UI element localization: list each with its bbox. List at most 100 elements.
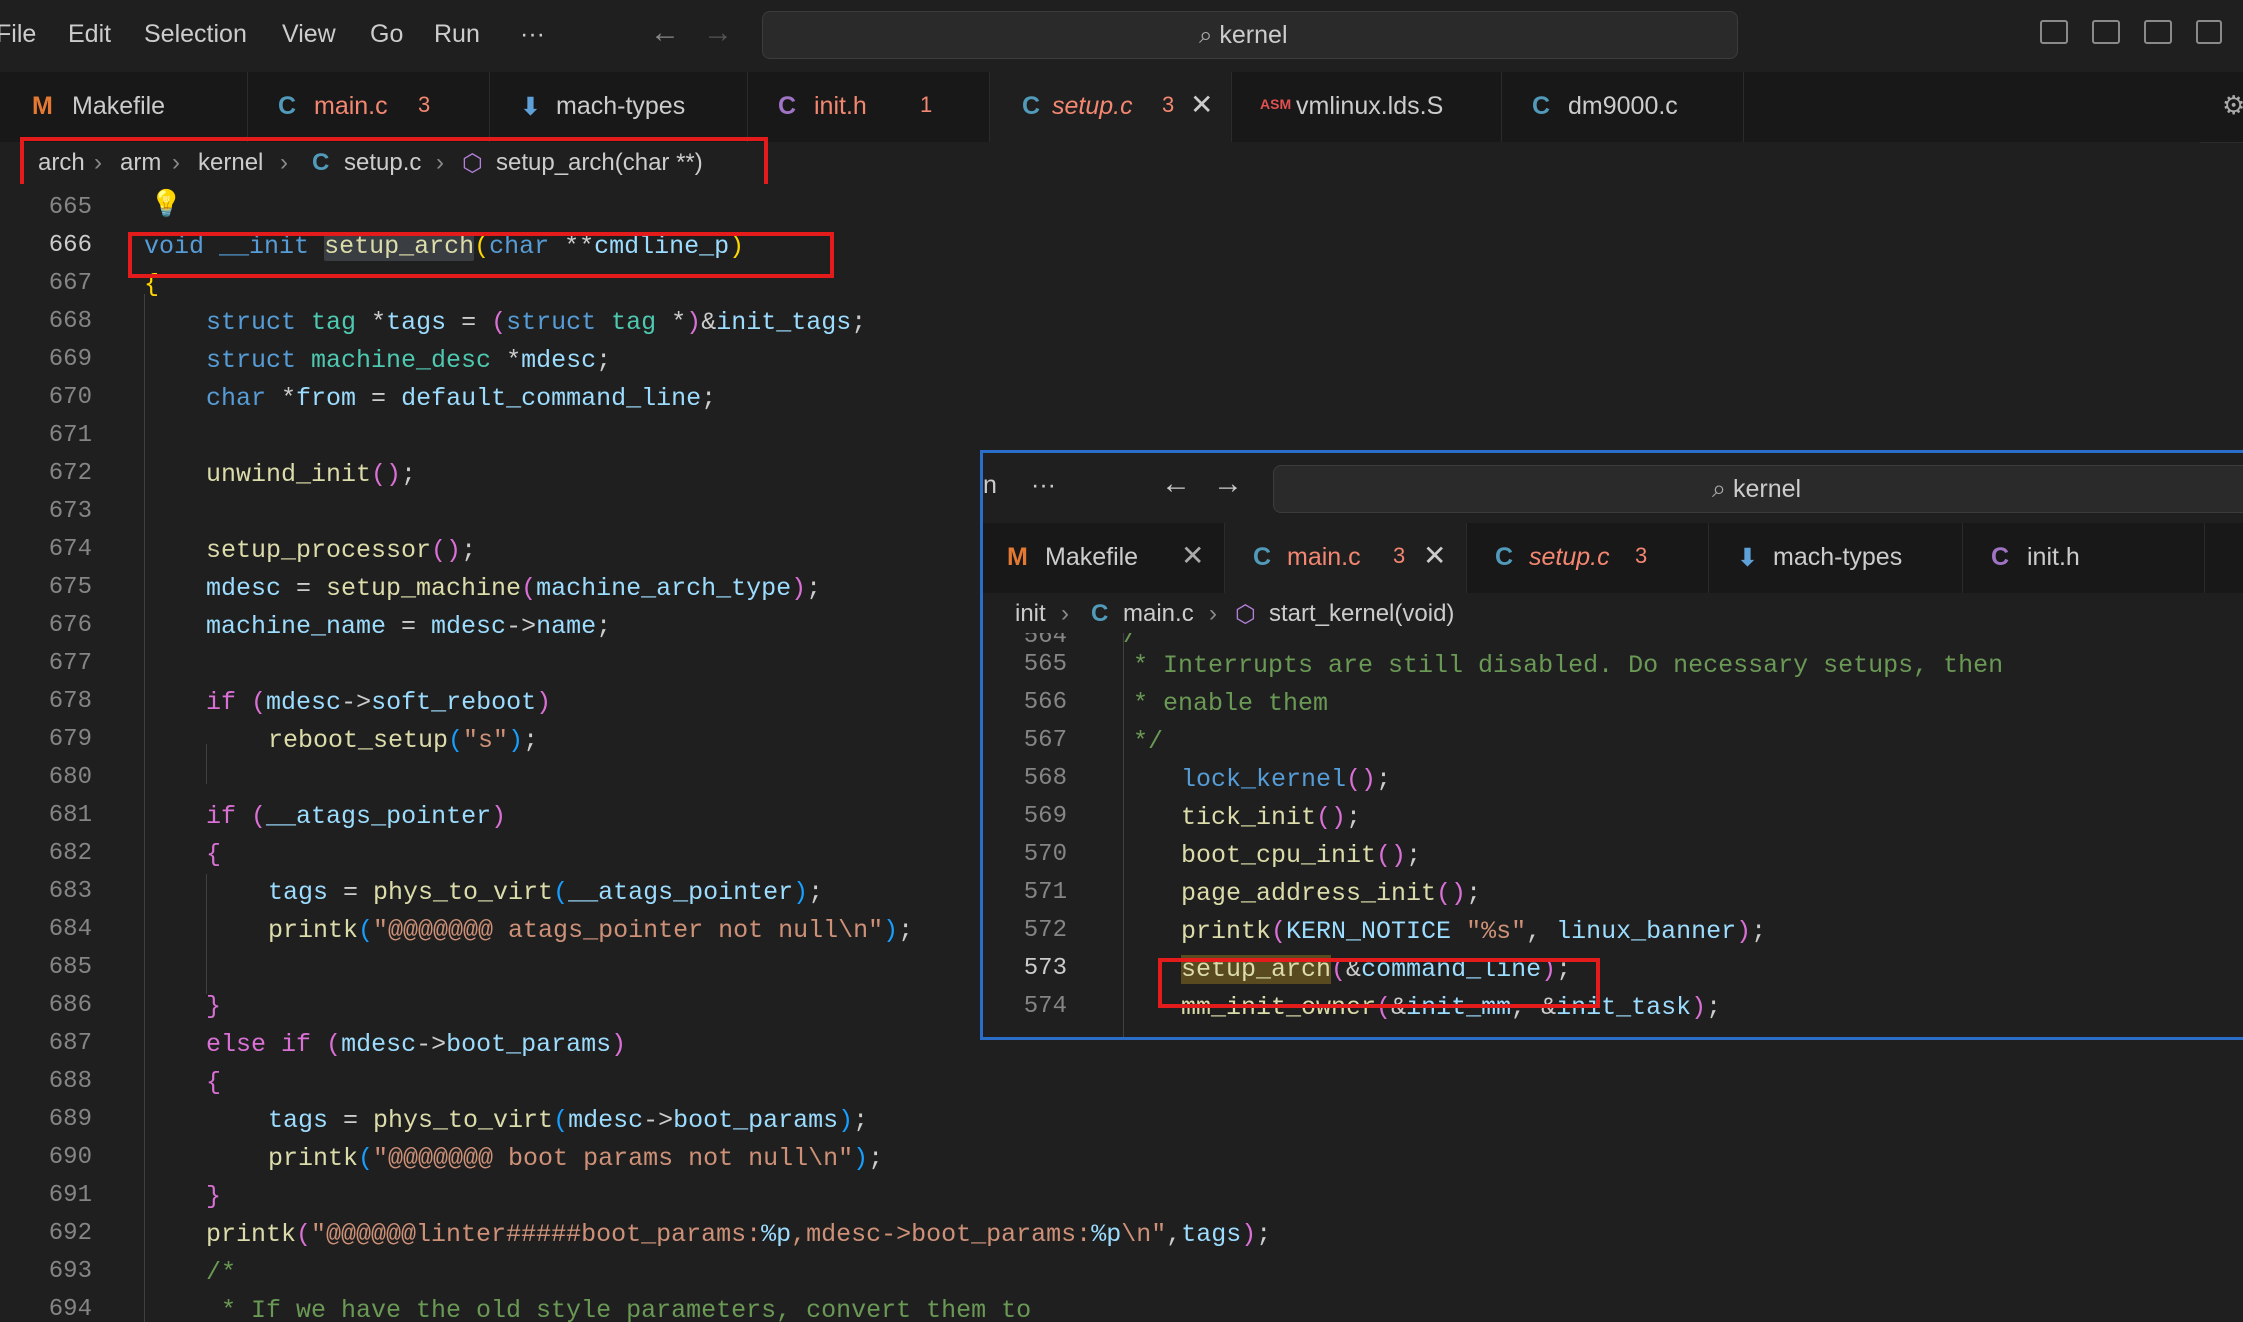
- code-line-688: {: [206, 1068, 222, 1097]
- code-line-672: unwind_init();: [206, 460, 417, 489]
- menu-selection[interactable]: Selection: [144, 20, 247, 49]
- menu-edit[interactable]: Edit: [68, 20, 111, 49]
- code-line-568: lock_kernel();: [1181, 765, 1392, 794]
- code-line-669: struct machine_desc *mdesc;: [206, 346, 612, 375]
- line-number: 677: [48, 650, 92, 677]
- close-icon[interactable]: ✕: [1190, 88, 1213, 121]
- forward-arrow-icon[interactable]: →: [1213, 467, 1243, 501]
- asm-file-icon: ASM: [1260, 96, 1292, 112]
- menu-file[interactable]: File: [0, 20, 36, 49]
- method-icon: ⬡: [1235, 601, 1256, 628]
- line-number: 684: [48, 916, 92, 943]
- tab-label: setup.c: [1052, 92, 1133, 120]
- problem-count: 3: [1635, 543, 1648, 568]
- tab-label: main.c: [1287, 543, 1361, 571]
- tab-label: dm9000.c: [1568, 92, 1678, 120]
- toggle-panel-icon[interactable]: [2092, 20, 2120, 44]
- overlay-title-bar: n ··· ← → ⌕ kernel: [983, 453, 2243, 523]
- line-number: 694: [48, 1296, 92, 1322]
- close-icon[interactable]: ✕: [1181, 539, 1204, 572]
- tab-mach-types[interactable]: ⬇ mach-types: [490, 72, 748, 142]
- close-icon[interactable]: ✕: [1423, 539, 1446, 572]
- code-line-670: char *from = default_command_line;: [206, 384, 717, 413]
- code-line-571: page_address_init();: [1181, 879, 1482, 908]
- code-line-686: }: [206, 992, 222, 1021]
- menu-go[interactable]: Go: [370, 20, 403, 49]
- problem-count: 3: [1162, 92, 1175, 117]
- code-line-668: struct tag *tags = (struct tag *)&init_t…: [206, 308, 867, 337]
- menu-more[interactable]: ···: [1031, 471, 1056, 500]
- code-line-682: {: [206, 840, 222, 869]
- chevron-right-icon: ›: [1209, 600, 1217, 627]
- tab-init-h[interactable]: C init.h: [1963, 523, 2205, 593]
- line-number: 685: [48, 954, 92, 981]
- tab-makefile[interactable]: M Makefile ✕: [983, 523, 1225, 593]
- tab-setup-c[interactable]: C setup.c 3 ✕: [990, 72, 1232, 142]
- line-number: 687: [48, 1030, 92, 1057]
- forward-arrow-icon[interactable]: →: [703, 16, 733, 50]
- command-center-search[interactable]: ⌕ kernel: [762, 11, 1738, 59]
- search-icon: ⌕: [1199, 22, 1213, 49]
- code-line-690: printk("@@@@@@@ boot params not null\n")…: [268, 1144, 884, 1173]
- tab-mach-types[interactable]: ⬇ mach-types: [1709, 523, 1963, 593]
- line-number: 674: [48, 536, 92, 563]
- makefile-icon: M: [32, 92, 53, 120]
- code-line-693: /*: [206, 1258, 237, 1287]
- code-line-679: reboot_setup("s");: [268, 726, 539, 755]
- breadcrumb-symbol[interactable]: start_kernel(void): [1269, 600, 1454, 628]
- tab-label: Makefile: [72, 92, 166, 120]
- tab-dm9000-c[interactable]: C dm9000.c: [1502, 72, 1744, 142]
- h-file-icon: C: [1991, 543, 2010, 571]
- line-number: 669: [48, 346, 92, 373]
- breadcrumb-init[interactable]: init: [1015, 600, 1046, 628]
- tab-main-c[interactable]: C main.c 3: [248, 72, 490, 142]
- code-line-674: setup_processor();: [206, 536, 477, 565]
- line-number: 690: [48, 1144, 92, 1171]
- line-number: 569: [1023, 803, 1067, 830]
- line-number: 675: [48, 574, 92, 601]
- code-line-678: if (mdesc->soft_reboot): [206, 688, 552, 717]
- code-line-691: }: [206, 1182, 222, 1211]
- command-center-search[interactable]: ⌕ kernel: [1273, 465, 2243, 513]
- tab-label: mach-types: [556, 92, 686, 120]
- c-file-icon: C: [278, 92, 297, 120]
- tab-main-c[interactable]: C main.c 3 ✕: [1225, 523, 1467, 593]
- back-arrow-icon[interactable]: ←: [1161, 467, 1191, 501]
- code-line-676: machine_name = mdesc->name;: [206, 612, 612, 641]
- breadcrumb-file[interactable]: main.c: [1123, 600, 1194, 628]
- line-number: 672: [48, 460, 92, 487]
- tab-setup-c[interactable]: C setup.c 3: [1467, 523, 1709, 593]
- line-number: 666: [48, 232, 92, 259]
- code-line-567: */: [1133, 727, 1164, 756]
- menu-view[interactable]: View: [282, 20, 336, 49]
- line-number: 688: [48, 1068, 92, 1095]
- line-number: 572: [1023, 917, 1067, 944]
- line-number: 564: [1023, 633, 1067, 650]
- search-text: kernel: [1732, 475, 1802, 503]
- line-number: 673: [48, 498, 92, 525]
- c-file-icon: C: [1091, 600, 1109, 627]
- code-line-692: printk("@@@@@@linter#####boot_params:%p,…: [206, 1220, 1272, 1249]
- debug-icon[interactable]: ⚙: [2222, 90, 2243, 121]
- tab-vmlinux-lds[interactable]: ASM vmlinux.lds.S: [1232, 72, 1502, 142]
- line-number: 682: [48, 840, 92, 867]
- annotation-box: [1158, 958, 1600, 1008]
- toggle-secondary-sidebar-icon[interactable]: [2144, 20, 2172, 44]
- toggle-sidebar-icon[interactable]: [2040, 20, 2068, 44]
- back-arrow-icon[interactable]: ←: [650, 16, 680, 50]
- makefile-icon: M: [1007, 543, 1028, 571]
- menu-more[interactable]: ···: [520, 20, 545, 49]
- line-number: 691: [48, 1182, 92, 1209]
- line-number: 679: [48, 726, 92, 753]
- indent-guide: [1123, 633, 1124, 1037]
- code-line-570: boot_cpu_init();: [1181, 841, 1422, 870]
- tab-makefile[interactable]: M Makefile: [0, 72, 248, 142]
- customize-layout-icon[interactable]: [2196, 20, 2222, 44]
- code-line-569: tick_init();: [1181, 803, 1362, 832]
- indent-guide: [206, 874, 207, 994]
- tab-init-h[interactable]: C init.h 1: [748, 72, 990, 142]
- menu-run[interactable]: Run: [434, 20, 480, 49]
- line-number: 678: [48, 688, 92, 715]
- line-number: 671: [48, 422, 92, 449]
- lightbulb-icon[interactable]: 💡: [150, 188, 182, 219]
